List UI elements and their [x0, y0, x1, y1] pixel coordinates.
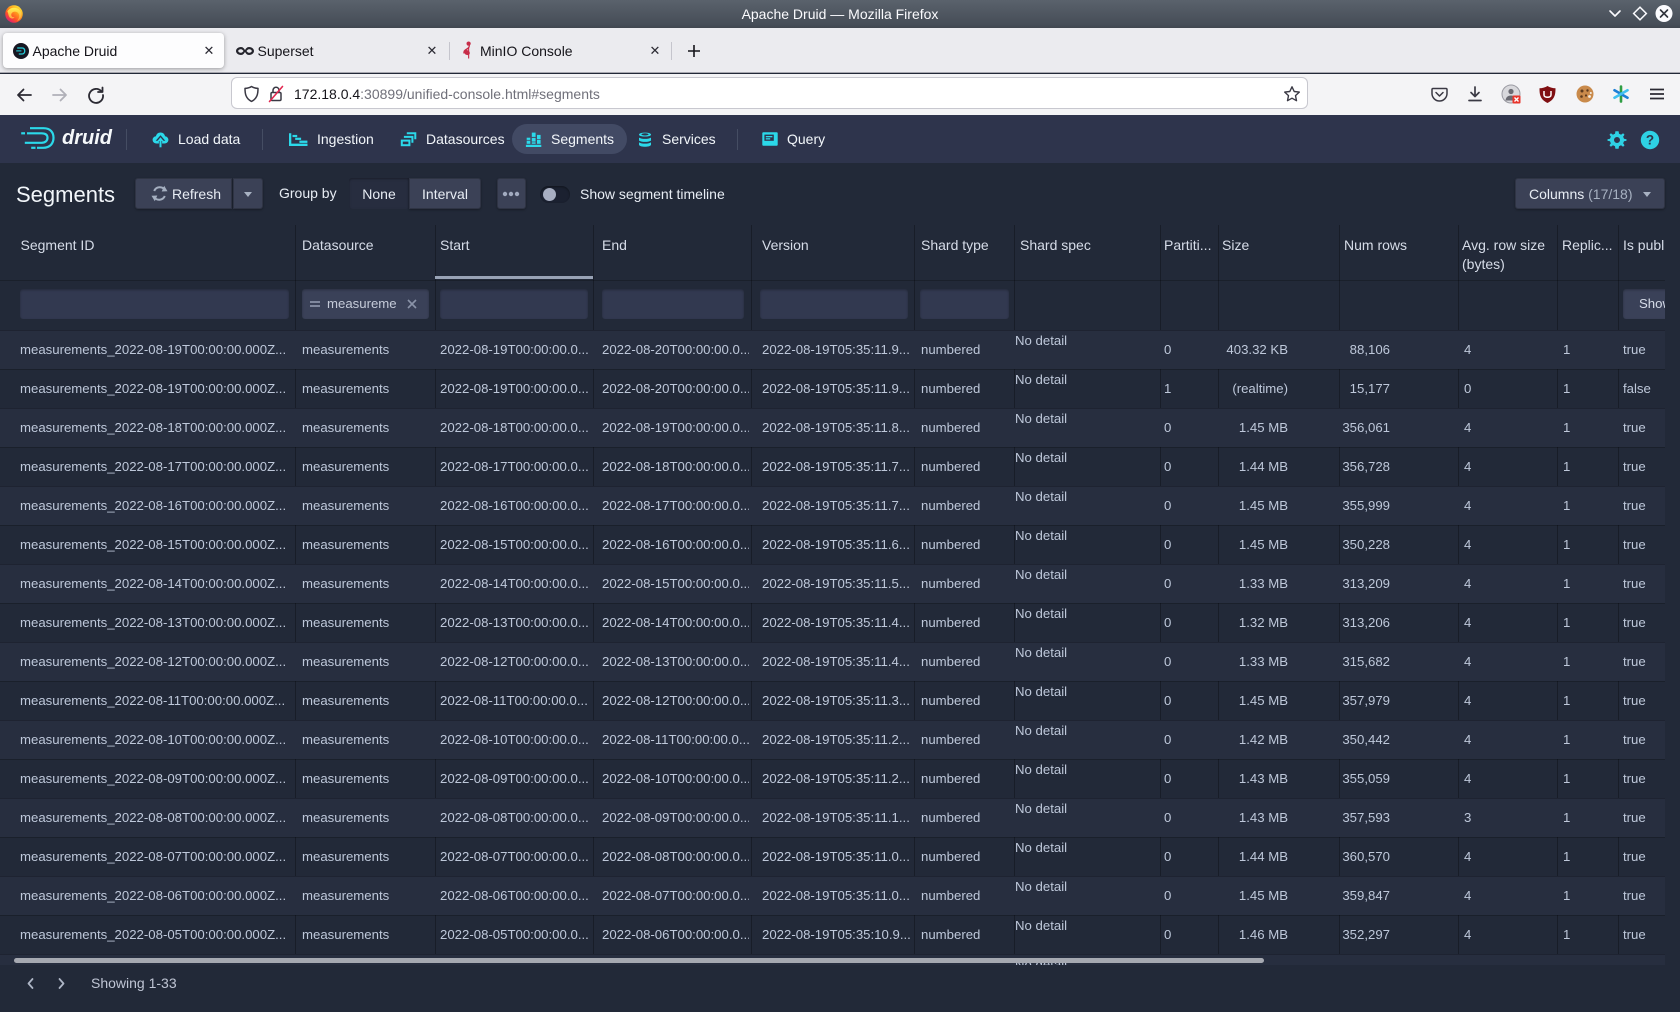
svg-text:?: ? — [1646, 133, 1654, 148]
